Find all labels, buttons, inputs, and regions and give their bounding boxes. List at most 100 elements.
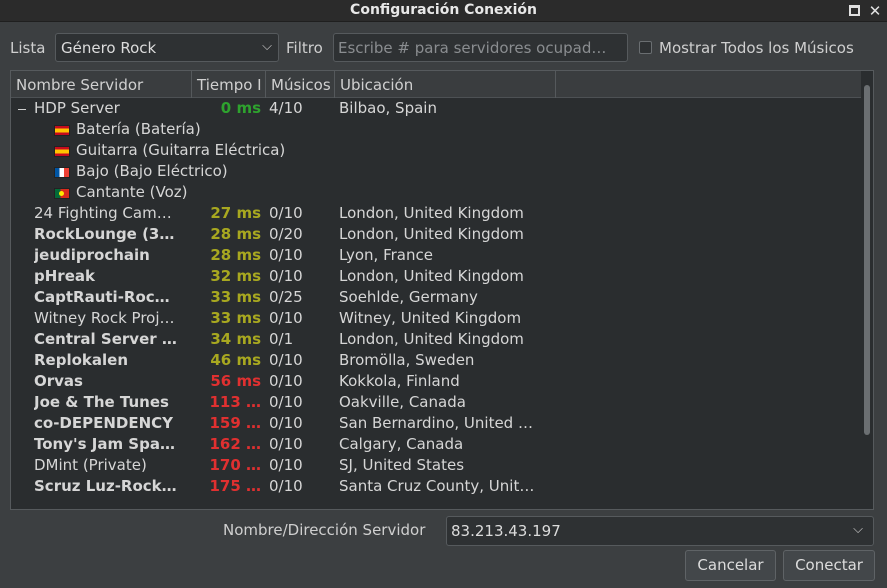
- server-name: Witney Rock Proj…: [34, 309, 175, 327]
- server-name: co-DEPENDENCY: [34, 414, 174, 432]
- server-location: San Bernardino, United …: [339, 414, 533, 432]
- toolbar: Lista Género Rock ⌵ Filtro Escribe # par…: [0, 33, 887, 63]
- close-button[interactable]: ✕: [866, 2, 884, 20]
- table-row[interactable]: Joe & The Tunes 113 … 0/10 Oakville, Canada: [11, 392, 861, 413]
- show-all-musicians-checkbox[interactable]: [639, 41, 652, 54]
- spain-flag-icon: [54, 125, 70, 136]
- server-musicians: 0/10: [269, 477, 303, 495]
- table-row[interactable]: Orvas 56 ms 0/10 Kokkola, Finland: [11, 371, 861, 392]
- server-address-value: 83.213.43.197: [451, 522, 561, 540]
- server-location: Lyon, France: [339, 246, 433, 264]
- filter-label: Filtro: [286, 39, 323, 57]
- server-name: DMint (Private): [34, 456, 147, 474]
- server-location: Santa Cruz County, Unit…: [339, 477, 535, 495]
- server-musicians: 0/10: [269, 456, 303, 474]
- spain-flag-icon: [54, 146, 70, 157]
- server-location: Witney, United Kingdom: [339, 309, 522, 327]
- server-name: HDP Server: [34, 99, 120, 117]
- connect-button[interactable]: Conectar: [783, 550, 875, 581]
- show-all-musicians-label[interactable]: Mostrar Todos los Músicos: [659, 39, 854, 57]
- server-musicians: 0/10: [269, 309, 303, 327]
- server-address-input[interactable]: 83.213.43.197 ⌵: [446, 516, 874, 546]
- table-row[interactable]: Witney Rock Proj… 33 ms 0/10 Witney, United…: [11, 308, 861, 329]
- client-row: Guitarra (Guitarra Eléctrica): [11, 140, 861, 161]
- server-ping: 33 ms: [210, 288, 261, 306]
- client-row: Batería (Batería): [11, 119, 861, 140]
- server-name: jeudiprochain: [34, 246, 150, 264]
- server-location: London, United Kingdom: [339, 204, 524, 222]
- maximize-button[interactable]: [845, 2, 863, 20]
- server-musicians: 0/10: [269, 372, 303, 390]
- server-musicians: 0/10: [269, 204, 303, 222]
- table-row[interactable]: Tony's Jam Spa… 162 … 0/10 Calgary, Canada: [11, 434, 861, 455]
- column-header-server-name[interactable]: Nombre Servidor: [11, 71, 192, 98]
- server-location: Soehlde, Germany: [339, 288, 478, 306]
- table-row[interactable]: CaptRauti-Roc… 33 ms 0/25 Soehlde, Germany: [11, 287, 861, 308]
- server-musicians: 4/10: [269, 99, 303, 117]
- table-row[interactable]: co-DEPENDENCY 159 … 0/10 San Bernardino, Un…: [11, 413, 861, 434]
- table-header: Nombre Servidor Tiempo I Músicos Ubicaci…: [11, 71, 861, 98]
- client-name: Cantante (Voz): [76, 183, 188, 201]
- server-musicians: 0/10: [269, 267, 303, 285]
- server-name: Scruz Luz-Rock…: [34, 477, 177, 495]
- client-row: Bajo (Bajo Eléctrico): [11, 161, 861, 182]
- table-row[interactable]: Central Server … 34 ms 0/1 London, United K…: [11, 329, 861, 350]
- server-ping: 28 ms: [210, 246, 261, 264]
- server-name: 24 Fighting Cam…: [34, 204, 172, 222]
- column-header-ping[interactable]: Tiempo I: [192, 71, 266, 98]
- server-location: Oakville, Canada: [339, 393, 466, 411]
- server-name: Orvas: [34, 372, 83, 390]
- server-musicians: 0/25: [269, 288, 303, 306]
- server-location: Bromölla, Sweden: [339, 351, 475, 369]
- portugal-flag-icon: [54, 188, 70, 199]
- server-ping: 27 ms: [210, 204, 261, 222]
- scrollbar[interactable]: [861, 71, 873, 509]
- table-row[interactable]: pHreak 32 ms 0/10 London, United Kingdom: [11, 266, 861, 287]
- server-location: London, United Kingdom: [339, 330, 524, 348]
- server-ping: 56 ms: [210, 372, 261, 390]
- collapse-icon[interactable]: [18, 109, 26, 110]
- server-ping: 113 …: [209, 393, 261, 411]
- france-flag-icon: [54, 167, 70, 178]
- server-name: CaptRauti-Roc…: [34, 288, 170, 306]
- column-header-musicians[interactable]: Músicos: [266, 71, 335, 98]
- server-musicians: 0/10: [269, 393, 303, 411]
- server-name: Replokalen: [34, 351, 128, 369]
- server-location: SJ, United States: [339, 456, 465, 474]
- table-row[interactable]: 24 Fighting Cam… 27 ms 0/10 London, United …: [11, 203, 861, 224]
- column-header-location[interactable]: Ubicación: [335, 71, 556, 98]
- server-ping: 159 …: [209, 414, 261, 432]
- client-name: Bajo (Bajo Eléctrico): [76, 162, 228, 180]
- client-name: Guitarra (Guitarra Eléctrica): [76, 141, 286, 159]
- server-musicians: 0/10: [269, 351, 303, 369]
- list-dropdown-value: Género Rock: [61, 39, 157, 57]
- server-musicians: 0/10: [269, 246, 303, 264]
- server-rows: 24 Fighting Cam… 27 ms 0/10 London, United …: [11, 203, 861, 497]
- scrollbar-thumb[interactable]: [864, 85, 870, 435]
- server-name: RockLounge (3…: [34, 225, 175, 243]
- server-address-label: Nombre/Dirección Servidor: [223, 521, 426, 539]
- list-label: Lista: [10, 39, 46, 57]
- table-row[interactable]: Replokalen 46 ms 0/10 Bromölla, Sweden: [11, 350, 861, 371]
- list-dropdown[interactable]: Género Rock ⌵: [55, 33, 279, 62]
- table-row[interactable]: Scruz Luz-Rock… 175 … 0/10 Santa Cruz Count…: [11, 476, 861, 497]
- server-musicians: 0/1: [269, 330, 294, 348]
- server-name: Tony's Jam Spa…: [34, 435, 175, 453]
- table-row[interactable]: HDP Server 0 ms 4/10 Bilbao, Spain: [11, 98, 861, 119]
- cancel-button[interactable]: Cancelar: [685, 550, 776, 581]
- server-musicians: 0/20: [269, 225, 303, 243]
- server-name: Joe & The Tunes: [34, 393, 169, 411]
- server-ping: 162 …: [209, 435, 261, 453]
- server-ping: 32 ms: [210, 267, 261, 285]
- table-row[interactable]: DMint (Private) 170 … 0/10 SJ, United State…: [11, 455, 861, 476]
- chevron-down-icon: ⌵: [262, 39, 272, 54]
- server-musicians: 0/10: [269, 435, 303, 453]
- table-row[interactable]: jeudiprochain 28 ms 0/10 Lyon, France: [11, 245, 861, 266]
- chevron-down-icon[interactable]: ⌵: [853, 522, 863, 537]
- table-row[interactable]: RockLounge (3… 28 ms 0/20 London, United Ki…: [11, 224, 861, 245]
- window-title: Configuración Conexión: [350, 2, 537, 18]
- server-ping: 34 ms: [210, 330, 261, 348]
- filter-input[interactable]: Escribe # para servidores ocupad…: [333, 33, 628, 62]
- server-location: Kokkola, Finland: [339, 372, 460, 390]
- title-bar: Configuración Conexión ✕: [0, 0, 887, 22]
